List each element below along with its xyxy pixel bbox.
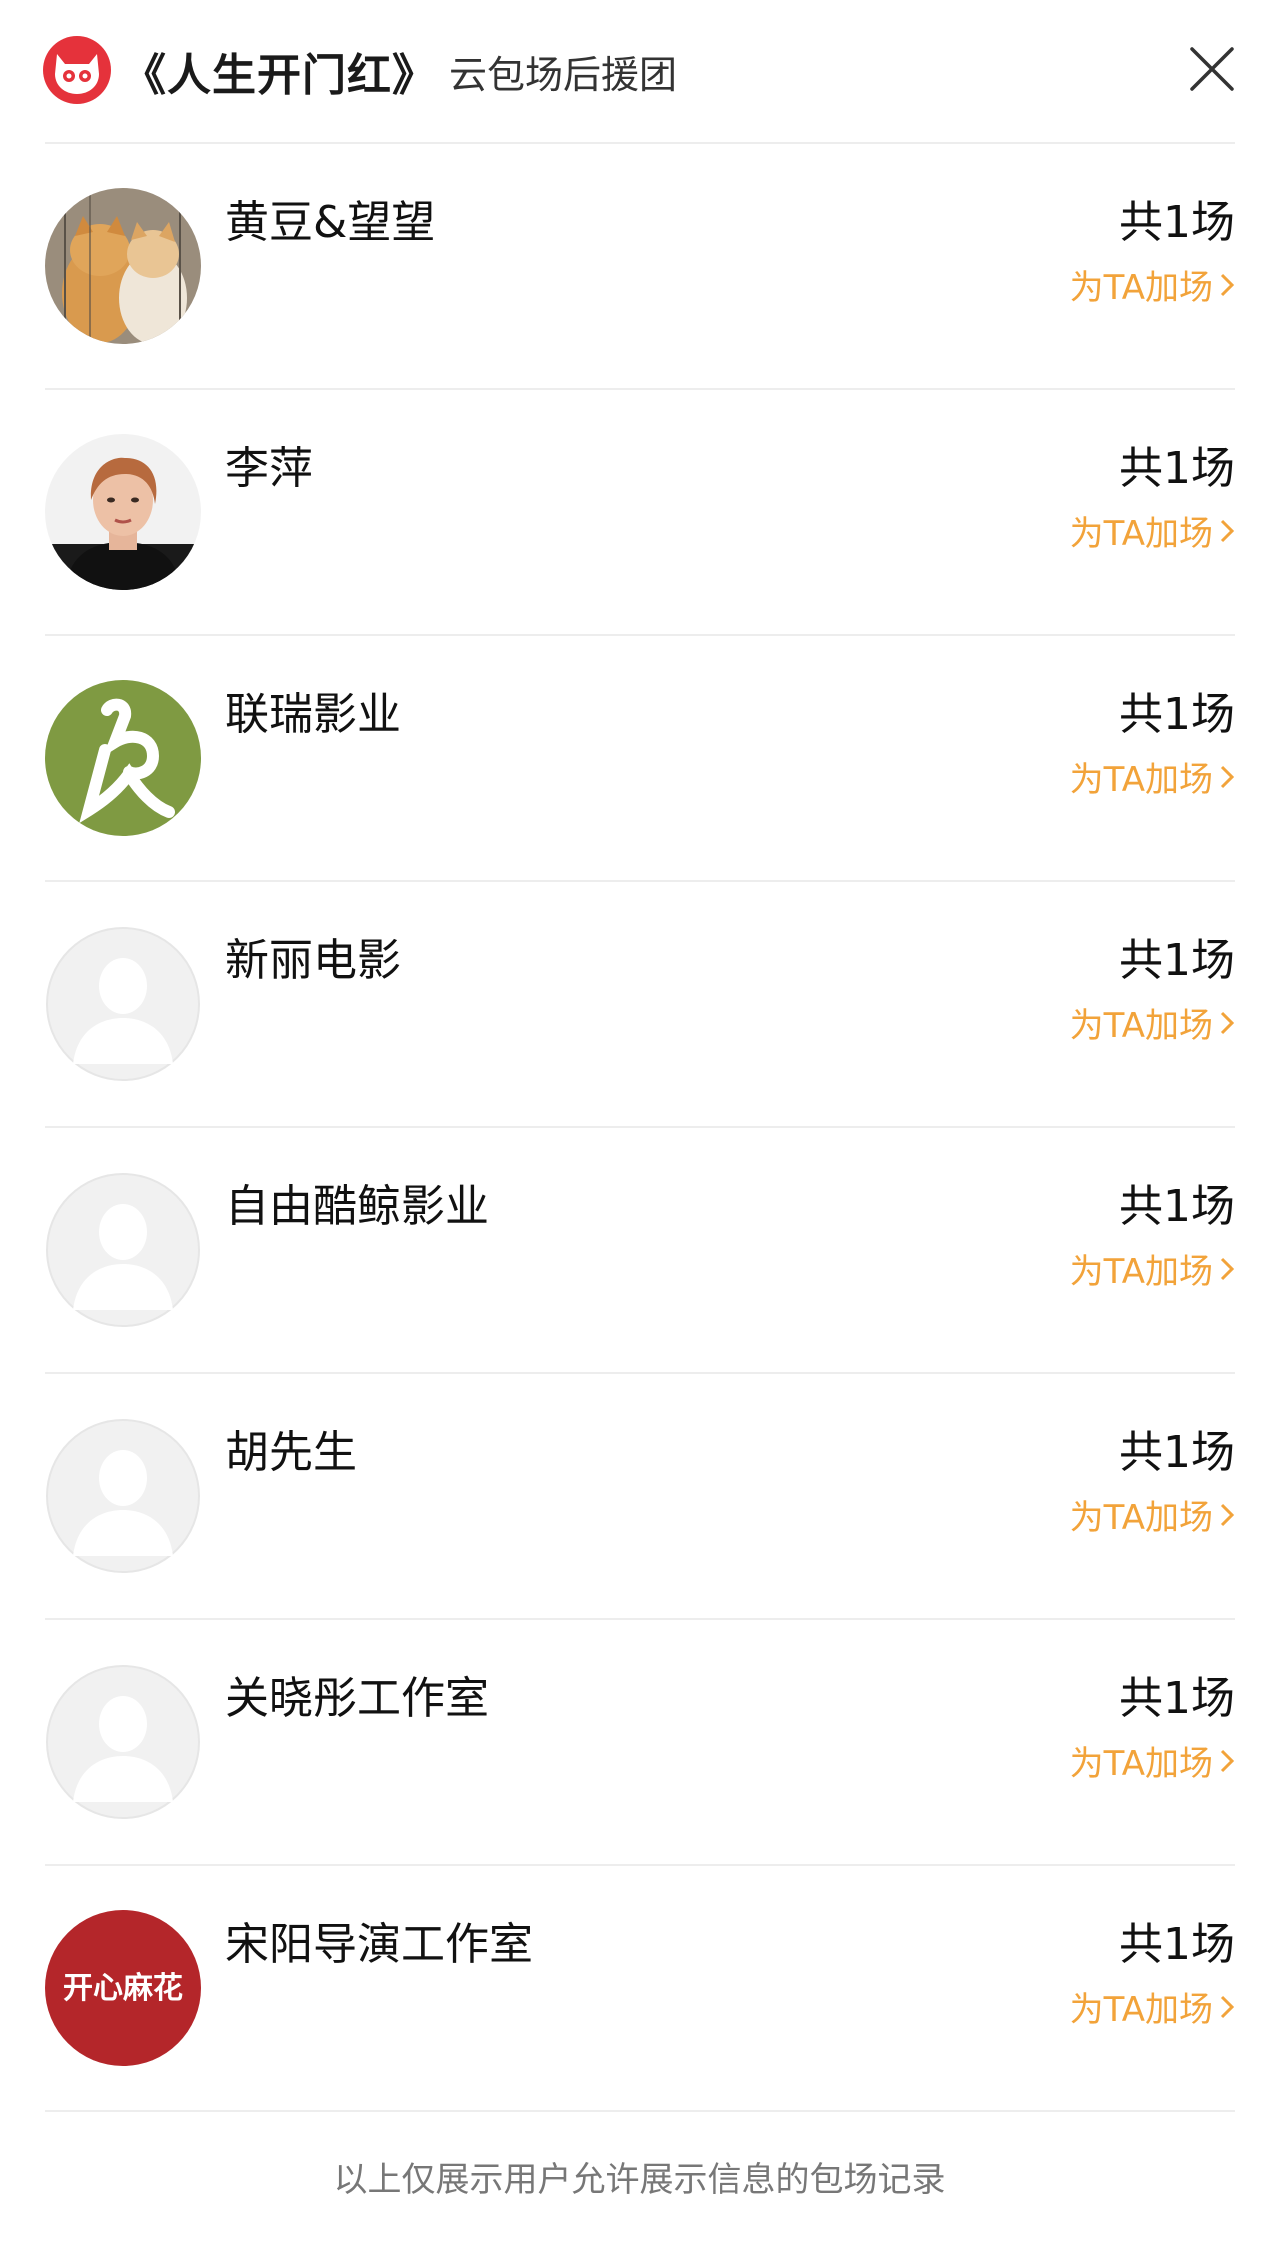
avatar (45, 680, 201, 836)
supporter-name: 胡先生 (225, 1427, 357, 1478)
maoyan-cat-logo-icon (43, 36, 111, 104)
close-button[interactable] (1181, 38, 1243, 100)
chevron-right-icon (1220, 1257, 1235, 1280)
supporter-name: 黄豆&望望 (225, 197, 436, 248)
support-group-sheet: 《人生开门红》 云包场后援团 黄豆&望望 共1场 为TA加场 李萍 共1场 为T… (0, 0, 1279, 2265)
list-item: 胡先生 共1场 为TA加场 (45, 1374, 1235, 1618)
avatar (45, 188, 201, 344)
chevron-right-icon (1220, 1749, 1235, 1772)
add-session-button[interactable]: 为TA加场 (1070, 506, 1235, 555)
list-item: 开心麻花 宋阳导演工作室 共1场 为TA加场 (45, 1866, 1235, 2110)
default-user-icon (46, 1665, 200, 1819)
add-session-label: 为TA加场 (1069, 1744, 1213, 1784)
page-subtitle: 云包场后援团 (449, 52, 678, 97)
chevron-right-icon (1220, 1503, 1235, 1526)
add-session-button[interactable]: 为TA加场 (1070, 752, 1235, 801)
add-session-button[interactable]: 为TA加场 (1070, 1982, 1235, 2031)
list-item: 关晓彤工作室 共1场 为TA加场 (45, 1620, 1235, 1864)
add-session-button[interactable]: 为TA加场 (1070, 260, 1235, 309)
avatar (45, 1664, 201, 1820)
add-session-button[interactable]: 为TA加场 (1070, 1490, 1235, 1539)
session-count: 共1场 (1119, 443, 1235, 494)
session-count: 共1场 (1119, 689, 1235, 740)
chevron-right-icon (1220, 765, 1235, 788)
add-session-label: 为TA加场 (1069, 1006, 1213, 1046)
session-count: 共1场 (1119, 1673, 1235, 1724)
close-icon (1190, 47, 1234, 91)
list-item: 联瑞影业 共1场 为TA加场 (45, 636, 1235, 880)
session-count: 共1场 (1119, 197, 1235, 248)
default-user-icon (46, 1173, 200, 1327)
list-item: 李萍 共1场 为TA加场 (45, 390, 1235, 634)
sheet-header: 《人生开门红》 云包场后援团 (0, 0, 1279, 142)
avatar: 开心麻花 (45, 1910, 201, 2066)
chevron-right-icon (1220, 1011, 1235, 1034)
avatar (45, 434, 201, 590)
kaixin-mahua-logo-text: 开心麻花 (63, 1971, 183, 2006)
supporter-name: 自由酷鲸影业 (225, 1181, 489, 1232)
add-session-label: 为TA加场 (1069, 1990, 1213, 2030)
supporter-name: 宋阳导演工作室 (225, 1919, 533, 1970)
avatar (45, 926, 201, 1082)
movie-title: 《人生开门红》 (122, 50, 437, 101)
default-user-icon (46, 1419, 200, 1573)
session-count: 共1场 (1119, 935, 1235, 986)
supporter-name: 李萍 (225, 443, 313, 494)
add-session-button[interactable]: 为TA加场 (1070, 998, 1235, 1047)
supporter-name: 联瑞影业 (225, 689, 401, 740)
add-session-label: 为TA加场 (1069, 1498, 1213, 1538)
supporter-name: 新丽电影 (225, 935, 401, 986)
add-session-button[interactable]: 为TA加场 (1070, 1244, 1235, 1293)
default-user-icon (46, 927, 200, 1081)
list-item: 新丽电影 共1场 为TA加场 (45, 882, 1235, 1126)
session-count: 共1场 (1119, 1427, 1235, 1478)
add-session-label: 为TA加场 (1069, 514, 1213, 554)
footer-note: 以上仅展示用户允许展示信息的包场记录 (333, 2160, 946, 2200)
avatar (45, 1418, 201, 1574)
list-item: 黄豆&望望 共1场 为TA加场 (45, 144, 1235, 388)
page-title: 《人生开门红》 云包场后援团 (122, 36, 677, 106)
chevron-right-icon (1220, 519, 1235, 542)
chevron-right-icon (1220, 1995, 1235, 2018)
add-session-button[interactable]: 为TA加场 (1070, 1736, 1235, 1785)
list-item: 自由酷鲸影业 共1场 为TA加场 (45, 1128, 1235, 1372)
session-count: 共1场 (1119, 1181, 1235, 1232)
supporter-name: 关晓彤工作室 (225, 1673, 489, 1724)
avatar (45, 1172, 201, 1328)
add-session-label: 为TA加场 (1069, 1252, 1213, 1292)
session-count: 共1场 (1119, 1919, 1235, 1970)
add-session-label: 为TA加场 (1069, 760, 1213, 800)
chevron-right-icon (1220, 273, 1235, 296)
add-session-label: 为TA加场 (1069, 268, 1213, 308)
divider (45, 2110, 1235, 2112)
